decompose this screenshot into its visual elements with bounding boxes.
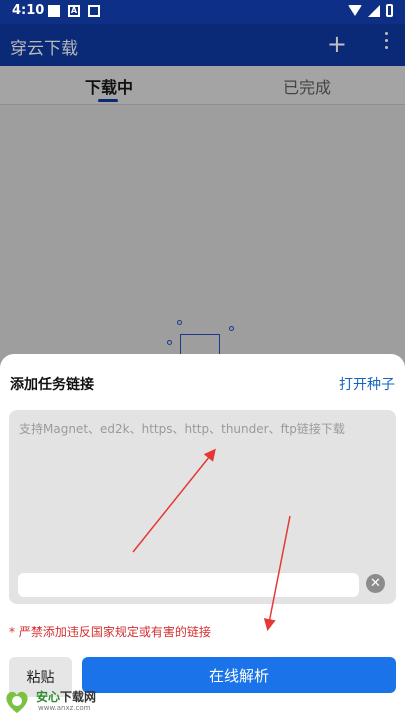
- plus-icon[interactable]: +: [327, 30, 347, 58]
- decor-dot: [229, 326, 234, 331]
- status-bar: 4:10 A: [0, 0, 405, 24]
- link-subfield[interactable]: [18, 573, 359, 597]
- watermark-logo-icon: [6, 691, 28, 713]
- decor-dot: [167, 340, 172, 345]
- link-input[interactable]: [9, 410, 396, 560]
- status-time: 4:10: [12, 3, 45, 18]
- add-task-sheet: 添加任务链接 打开种子 ✕ * 严禁添加违反国家规定或有害的链接 粘贴 在线解析: [0, 354, 405, 720]
- tab-indicator: [98, 99, 118, 102]
- link-input-box: ✕: [9, 410, 396, 604]
- clear-icon[interactable]: ✕: [366, 574, 385, 593]
- app-title: 穿云下载: [10, 39, 78, 59]
- battery-icon: [386, 4, 393, 17]
- signal-icon: [368, 4, 380, 17]
- screenshot-notification-icon: [88, 5, 100, 17]
- tab-downloading[interactable]: 下载中: [85, 74, 133, 98]
- empty-state-illustration: [165, 318, 235, 358]
- open-torrent-link[interactable]: 打开种子: [339, 374, 395, 394]
- parse-online-button[interactable]: 在线解析: [82, 657, 396, 693]
- warning-text: * 严禁添加违反国家规定或有害的链接: [9, 625, 211, 639]
- notification-icon: [48, 5, 60, 17]
- watermark-text: 安心下载网: [36, 690, 97, 704]
- font-notification-icon: A: [68, 5, 80, 17]
- decor-dot: [177, 320, 182, 325]
- watermark-url: www.anxz.com: [38, 704, 91, 712]
- tab-bar: 下载中 已完成: [0, 66, 405, 105]
- wifi-icon: [348, 5, 362, 16]
- status-icons: [348, 4, 393, 17]
- watermark: 安心下载网 www.anxz.com: [0, 682, 110, 720]
- more-vert-icon[interactable]: [385, 32, 389, 53]
- app-bar: 穿云下载 +: [0, 24, 405, 66]
- sheet-title: 添加任务链接: [10, 377, 94, 393]
- tab-completed[interactable]: 已完成: [283, 74, 331, 98]
